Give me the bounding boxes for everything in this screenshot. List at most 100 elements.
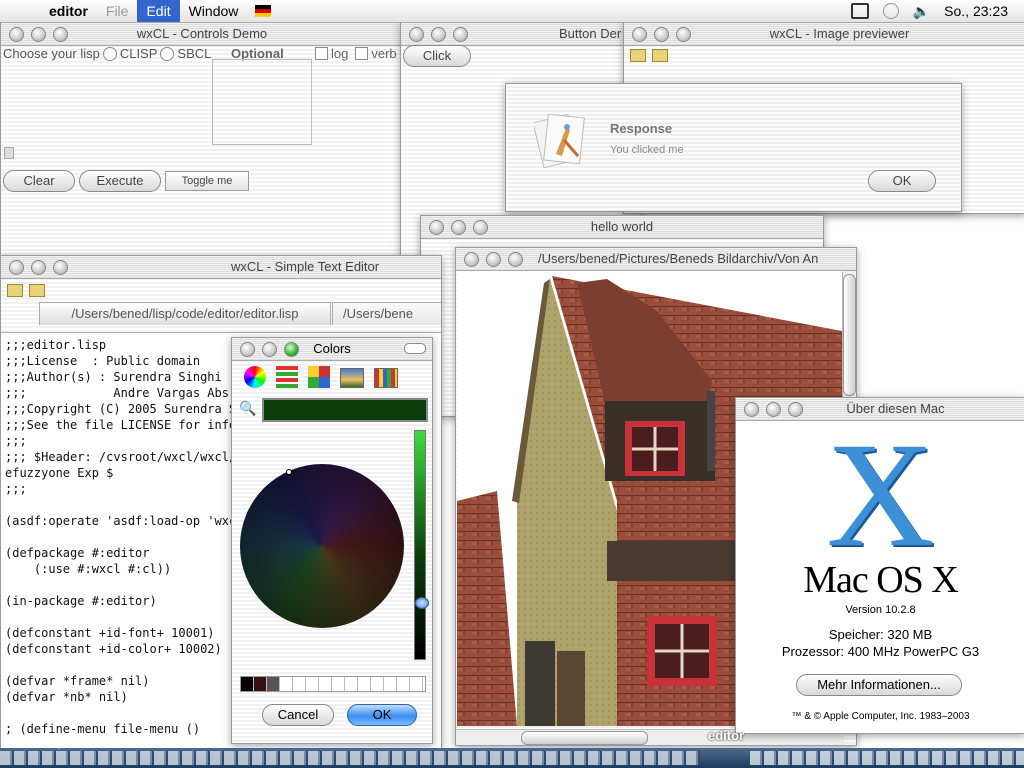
tab-editor-lisp[interactable]: /Users/bened/lisp/code/editor/editor.lis… (39, 302, 331, 325)
close-button[interactable] (429, 220, 444, 235)
radio-sbcl[interactable] (160, 46, 175, 61)
colors-cancel-button[interactable]: Cancel (262, 704, 334, 726)
swatch-dark-red[interactable] (254, 677, 266, 691)
colors-titlebar[interactable]: Colors (232, 338, 432, 361)
status-circle-icon[interactable] (882, 3, 899, 19)
swatch-dark-gray[interactable] (267, 677, 279, 691)
checkbox-log-label: log (331, 46, 349, 61)
color-swatches-row[interactable] (240, 676, 426, 692)
product-name: Mac OS X (803, 559, 959, 601)
zoom-button[interactable] (453, 27, 468, 42)
minimize-button[interactable] (766, 402, 781, 417)
controls-demo-window: wxCL - Controls Demo Choose your lisp CL… (0, 22, 404, 264)
dock-icons-left[interactable] (0, 751, 700, 765)
menu-window[interactable]: Window (180, 0, 248, 22)
zoom-button[interactable] (788, 402, 803, 417)
close-button[interactable] (632, 27, 647, 42)
dock-label-squeak: Squeak (48, 739, 82, 750)
volume-icon[interactable]: 🔈 (913, 3, 930, 20)
menu-clock[interactable]: So., 23:23 (944, 3, 1008, 19)
brightness-slider[interactable] (414, 430, 426, 660)
vertical-scroll-thumb[interactable] (843, 274, 856, 396)
radio-clisp[interactable] (102, 46, 117, 61)
open-folder-icon[interactable] (630, 49, 646, 62)
folder-icon[interactable] (652, 49, 668, 62)
minimize-button[interactable] (451, 220, 466, 235)
menu-file[interactable]: File (97, 0, 138, 22)
close-button[interactable] (9, 27, 24, 42)
response-ok-button[interactable]: OK (868, 170, 936, 192)
menu-edit[interactable]: Edit (137, 0, 180, 22)
toolbar-toggle-button[interactable] (404, 343, 426, 354)
slider-handle[interactable] (4, 147, 14, 159)
color-sliders-mode-icon[interactable] (276, 366, 298, 388)
color-wheel[interactable] (240, 464, 404, 628)
about-mac-window: Über diesen Mac X Mac OS X Version 10.2.… (735, 397, 1024, 734)
color-palettes-mode-icon[interactable] (308, 366, 330, 388)
checkbox-verb[interactable] (355, 47, 369, 60)
response-title: Response (610, 121, 673, 136)
close-button[interactable] (409, 27, 424, 42)
dock-icons-right[interactable] (750, 751, 1024, 765)
clear-button[interactable]: Clear (3, 170, 75, 192)
tab-second-file[interactable]: /Users/bene (332, 302, 441, 325)
close-button[interactable] (744, 402, 759, 417)
color-wheel-cursor[interactable] (286, 469, 292, 475)
zoom-button[interactable] (508, 252, 523, 267)
brightness-slider-knob[interactable] (415, 597, 429, 609)
dock: Squeak (0, 739, 1024, 768)
click-button[interactable]: Click (403, 45, 471, 67)
toggle-button[interactable]: Toggle me (165, 171, 249, 191)
application-icon (532, 110, 586, 172)
mac-os-x-logo: X (826, 412, 935, 578)
minimize-button[interactable] (31, 27, 46, 42)
close-button[interactable] (9, 260, 24, 275)
magnifier-icon[interactable]: 🔍 (239, 400, 256, 417)
menu-app-editor[interactable]: editor (40, 0, 97, 22)
editor-window-label: editor (708, 728, 745, 743)
zoom-button[interactable] (53, 260, 68, 275)
zoom-button[interactable] (284, 342, 299, 357)
horizontal-scroll-thumb[interactable] (521, 731, 648, 745)
open-folder-icon[interactable] (7, 284, 23, 297)
crayons-mode-icon[interactable] (374, 368, 398, 388)
image-window-titlebar[interactable]: /Users/bened/Pictures/Beneds Bildarchiv/… (456, 248, 856, 271)
copyright-label: ™ & © Apple Computer, Inc. 1983–2003 (791, 711, 970, 722)
minimize-button[interactable] (486, 252, 501, 267)
code-content: ;;;editor.lisp ;;;License : Public domai… (5, 338, 244, 736)
checkbox-log[interactable] (315, 47, 328, 60)
hello-world-titlebar[interactable]: hello world (421, 216, 823, 239)
color-wheel-mode-icon[interactable] (244, 366, 266, 388)
zoom-button[interactable] (473, 220, 488, 235)
radio-clisp-label: CLISP (119, 46, 158, 61)
more-info-button[interactable]: Mehr Informationen... (796, 674, 962, 696)
colors-ok-button[interactable]: OK (347, 704, 417, 726)
menu-status-area: 🔈 So., 23:23 (850, 0, 1024, 22)
close-button[interactable] (240, 342, 255, 357)
swatch-black[interactable] (241, 677, 253, 691)
zoom-button[interactable] (53, 27, 68, 42)
optional-group-box (212, 59, 312, 145)
checkbox-verb-label: verb (371, 46, 397, 61)
image-previewer-titlebar[interactable]: wxCL - Image previewer (624, 23, 1024, 46)
menu-bar: editor File Edit Window 🔈 So., 23:23 (0, 0, 1024, 23)
close-button[interactable] (464, 252, 479, 267)
minimize-button[interactable] (262, 342, 277, 357)
minimize-button[interactable] (654, 27, 669, 42)
colors-panel: Colors 🔍 Cancel OK (231, 337, 433, 744)
processor-label: Prozessor: 400 MHz PowerPC G3 (781, 644, 980, 659)
image-palettes-mode-icon[interactable] (340, 368, 364, 388)
version-label: Version 10.2.8 (845, 604, 916, 616)
minimize-button[interactable] (431, 27, 446, 42)
execute-button[interactable]: Execute (79, 170, 161, 192)
folder-icon[interactable] (29, 284, 45, 297)
display-icon[interactable] (850, 3, 869, 19)
german-flag-icon[interactable] (255, 5, 272, 17)
button-demo-titlebar[interactable]: Button Der (401, 23, 641, 46)
selected-color-swatch[interactable] (262, 398, 428, 422)
zoom-button[interactable] (676, 27, 691, 42)
text-editor-titlebar[interactable]: wxCL - Simple Text Editor (1, 256, 441, 279)
controls-demo-titlebar[interactable]: wxCL - Controls Demo (1, 23, 403, 46)
response-message: You clicked me (610, 144, 684, 156)
minimize-button[interactable] (31, 260, 46, 275)
